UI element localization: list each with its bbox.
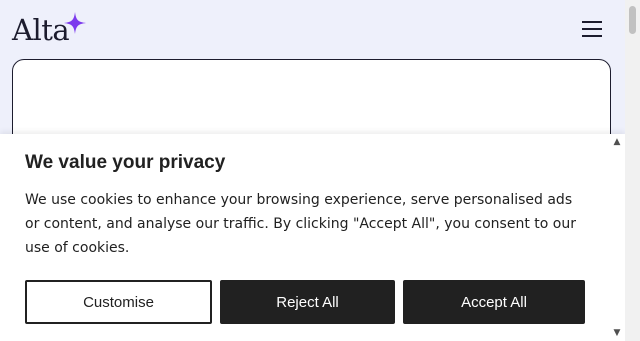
brand-logo[interactable]: Alta [12, 10, 70, 50]
page-scrollbar[interactable] [625, 0, 640, 341]
accept-all-button[interactable]: Accept All [403, 280, 585, 324]
page-scrollbar-thumb[interactable] [629, 6, 636, 34]
site-header: Alta [0, 0, 625, 58]
logo-text: Alta [12, 13, 70, 47]
cookie-banner-description: We use cookies to enhance your browsing … [25, 192, 576, 256]
scroll-down-arrow-icon[interactable]: ▼ [612, 328, 622, 338]
sparkle-star-icon [64, 12, 86, 34]
hamburger-menu-icon[interactable] [582, 20, 602, 38]
cookie-consent-banner: We value your privacy We use cookies to … [0, 134, 625, 341]
cookie-banner-title: We value your privacy [25, 152, 226, 173]
scroll-up-arrow-icon[interactable]: ▲ [612, 137, 622, 147]
customise-button[interactable]: Customise [25, 280, 212, 324]
reject-all-button[interactable]: Reject All [220, 280, 395, 324]
